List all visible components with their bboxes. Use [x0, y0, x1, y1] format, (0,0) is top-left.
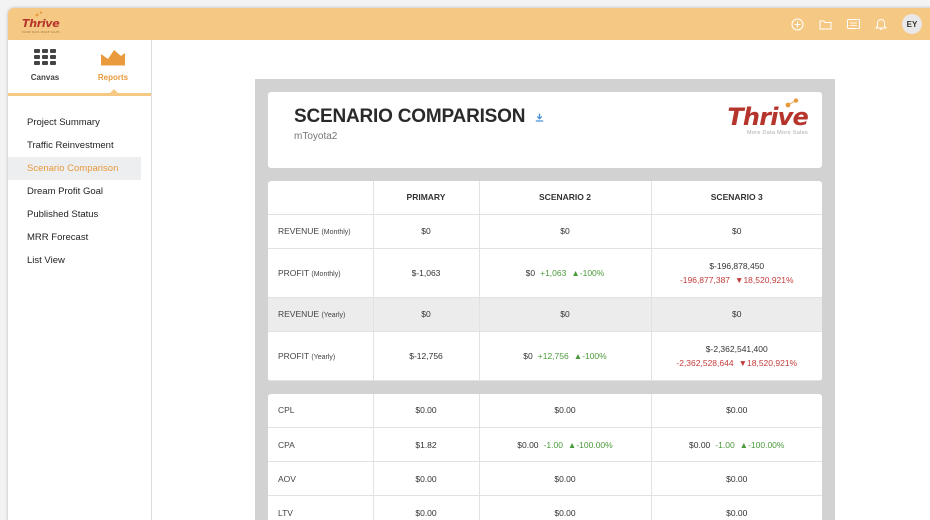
cell-scenario-2: $0.00 -1.00 ▲-100.00%	[479, 427, 652, 462]
row-label: PROFIT (Yearly)	[268, 331, 374, 381]
nav-item-published-status[interactable]: Published Status	[8, 203, 141, 226]
sidebar: Canvas Reports Project Summary Traffic R…	[8, 40, 152, 520]
cell-scenario-2: $0.00	[479, 393, 652, 428]
cell-primary: $0	[373, 297, 480, 332]
column-header-label	[268, 181, 374, 215]
brand-dots-icon	[785, 98, 799, 108]
table-header-row: PRIMARY SCENARIO 2 SCENARIO 3	[268, 181, 822, 215]
row-label: PROFIT (Monthly)	[268, 248, 374, 298]
active-mode-caret	[109, 89, 119, 94]
column-header-primary: PRIMARY	[373, 181, 480, 215]
mode-reports[interactable]: Reports	[88, 48, 138, 82]
cell-scenario-3: $0.00 -1.00 ▲-100.00%	[651, 427, 822, 462]
row-label: CPA	[268, 427, 374, 462]
mode-reports-label: Reports	[97, 73, 129, 82]
row-label: LTV	[268, 495, 374, 520]
download-icon[interactable]	[535, 113, 544, 122]
cell-scenario-2: $0	[479, 214, 652, 249]
table-row: AOV $0.00 $0.00 $0.00	[268, 461, 822, 496]
cell-scenario-2: $0 +1,063 ▲-100%	[479, 248, 652, 298]
nav-item-dream-profit-goal[interactable]: Dream Profit Goal	[8, 180, 141, 203]
add-circle-icon[interactable]	[790, 17, 804, 31]
cell-scenario-2: $0.00	[479, 461, 652, 496]
row-label: AOV	[268, 461, 374, 496]
app-logo[interactable]: Thrive MORE DATA MORE SALES	[22, 11, 60, 34]
cell-primary: $0	[373, 214, 480, 249]
cell-primary: $0.00	[373, 461, 480, 496]
table-row: PROFIT (Yearly) $-12,756 $0 +12,756 ▲-100%…	[268, 331, 822, 381]
nav-item-scenario-comparison[interactable]: Scenario Comparison	[8, 157, 141, 180]
nav-item-project-summary[interactable]: Project Summary	[8, 111, 141, 134]
cell-scenario-3: $0.00	[651, 461, 822, 496]
table-row: LTV $0.00 $0.00 $0.00	[268, 495, 822, 520]
nav-item-mrr-forecast[interactable]: MRR Forecast	[8, 226, 141, 249]
cell-primary: $-12,756	[373, 331, 480, 381]
cell-primary: $0.00	[373, 495, 480, 520]
cell-primary: $-1,063	[373, 248, 480, 298]
cell-scenario-3: $0.00	[651, 393, 822, 428]
report-header: SCENARIO COMPARISON mToyota2 Thrive More…	[268, 92, 822, 168]
cell-scenario-3: $0	[651, 297, 822, 332]
app-logo-tagline: MORE DATA MORE SALES	[22, 30, 60, 34]
app-window: Thrive MORE DATA MORE SALES EY Canvas Re…	[8, 8, 930, 520]
column-header-scenario-2: SCENARIO 2	[479, 181, 652, 215]
cell-scenario-2: $0.00	[479, 495, 652, 520]
cell-scenario-2: $0	[479, 297, 652, 332]
keyboard-icon[interactable]	[846, 17, 860, 31]
metrics-table: CPL $0.00 $0.00 $0.00 CPA $1.82 $0.00 -1.…	[268, 393, 822, 520]
nav-item-traffic-reinvestment[interactable]: Traffic Reinvestment	[8, 134, 141, 157]
table-row: CPL $0.00 $0.00 $0.00	[268, 393, 822, 428]
chart-area-icon	[101, 50, 125, 66]
cell-scenario-2: $0 +12,756 ▲-100%	[479, 331, 652, 381]
table-row: CPA $1.82 $0.00 -1.00 ▲-100.00% $0.00 -1.00…	[268, 427, 822, 462]
table-row: REVENUE (Monthly) $0 $0 $0	[268, 214, 822, 249]
top-actions: EY	[790, 14, 922, 34]
grid-icon	[34, 49, 56, 65]
comparison-table: PRIMARY SCENARIO 2 SCENARIO 3 REVENUE (M…	[268, 181, 822, 381]
row-label: REVENUE (Yearly)	[268, 297, 374, 332]
report-title: SCENARIO COMPARISON	[294, 106, 526, 127]
mode-switch: Canvas Reports	[8, 40, 151, 96]
nav-item-list-view[interactable]: List View	[8, 249, 141, 272]
cell-scenario-3: $-196,878,450 -196,877,387 ▼18,520,921%	[651, 248, 822, 298]
report-nav: Project Summary Traffic Reinvestment Sce…	[8, 96, 151, 272]
app-logo-text: Thrive	[22, 17, 60, 30]
cell-scenario-3: $0	[651, 214, 822, 249]
main-content: SCENARIO COMPARISON mToyota2 Thrive More…	[153, 40, 930, 520]
mode-canvas[interactable]: Canvas	[20, 48, 70, 82]
table-row: REVENUE (Yearly) $0 $0 $0	[268, 297, 822, 332]
table-row: PROFIT (Monthly) $-1,063 $0 +1,063 ▲-100% …	[268, 248, 822, 298]
report-panel: SCENARIO COMPARISON mToyota2 Thrive More…	[255, 79, 835, 520]
metrics-table-card: CPL $0.00 $0.00 $0.00 CPA $1.82 $0.00 -1.…	[268, 393, 822, 520]
user-avatar[interactable]: EY	[902, 14, 922, 34]
cell-scenario-3: $-2,362,541,400 -2,362,528,644 ▼18,520,92…	[651, 331, 822, 381]
cell-primary: $0.00	[373, 393, 480, 428]
bell-icon[interactable]	[874, 17, 888, 31]
row-label: CPL	[268, 393, 374, 428]
row-label: REVENUE (Monthly)	[268, 214, 374, 249]
comparison-table-card: PRIMARY SCENARIO 2 SCENARIO 3 REVENUE (M…	[268, 181, 822, 381]
cell-primary: $1.82	[373, 427, 480, 462]
brand-logo: Thrive More Data More Sales	[727, 98, 809, 136]
top-bar: Thrive MORE DATA MORE SALES EY	[8, 8, 930, 40]
mode-canvas-label: Canvas	[30, 73, 60, 82]
column-header-scenario-3: SCENARIO 3	[651, 181, 822, 215]
logo-dots-icon	[35, 11, 43, 17]
cell-scenario-3: $0.00	[651, 495, 822, 520]
folder-icon[interactable]	[818, 17, 832, 31]
